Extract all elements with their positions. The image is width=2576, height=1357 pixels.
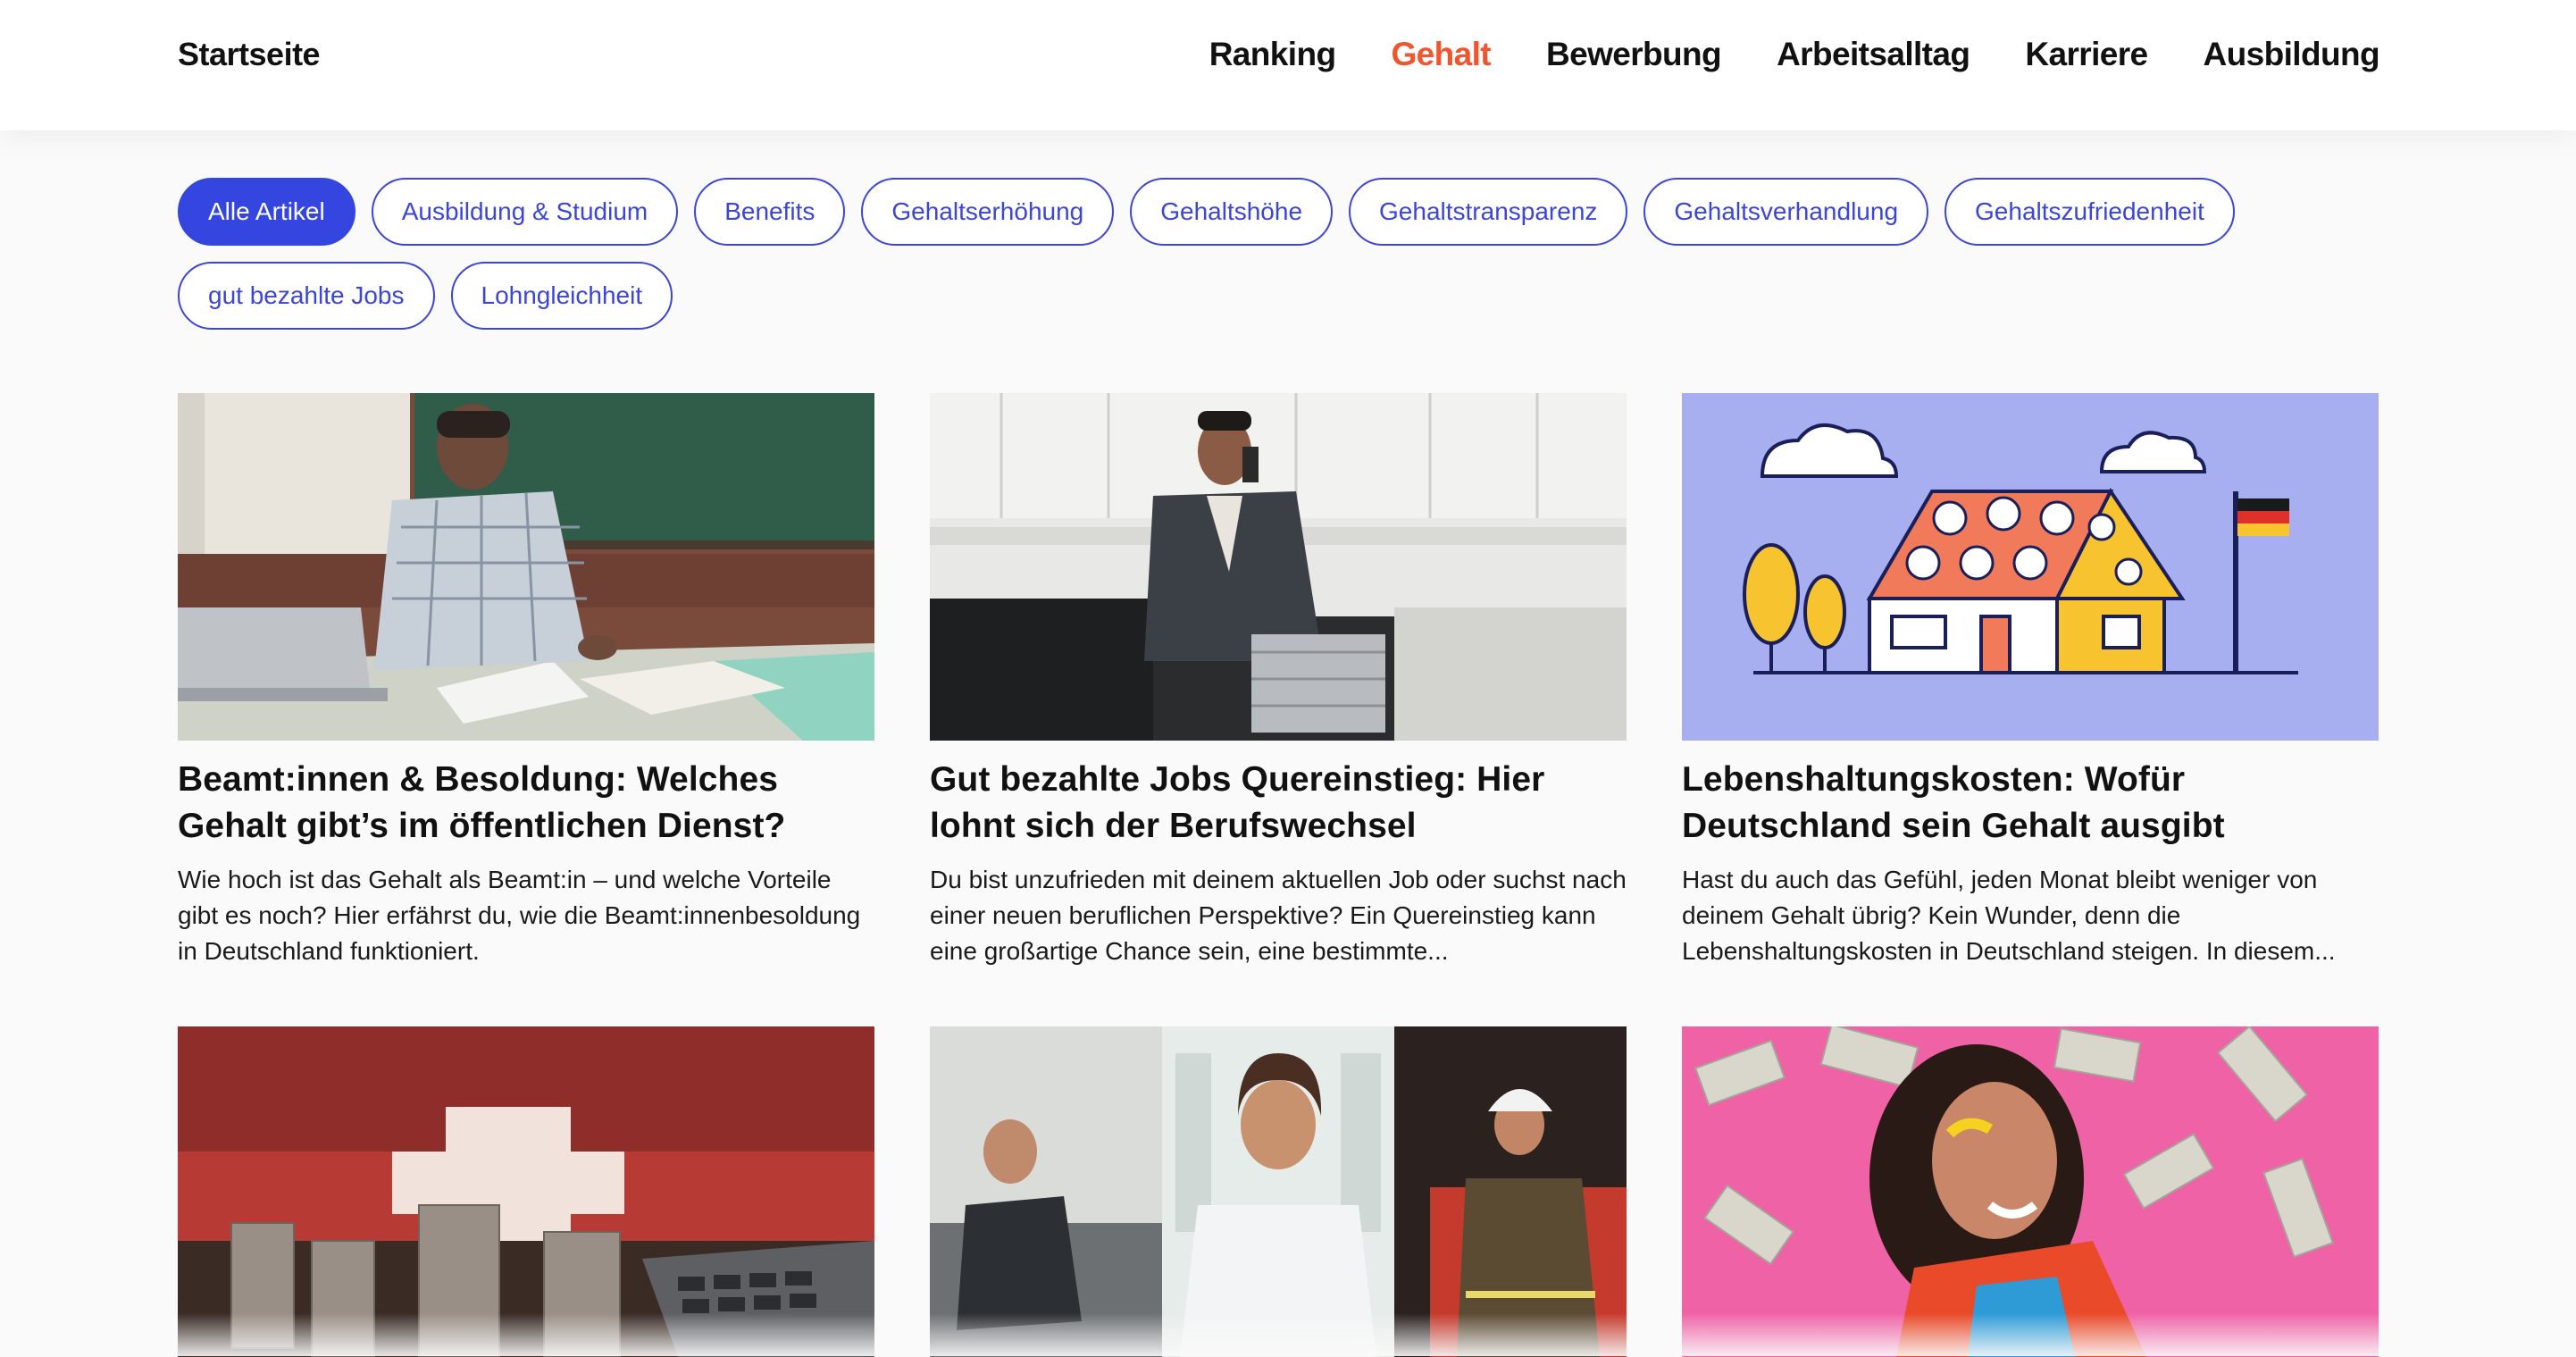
article-title[interactable]: Lebenshaltungskosten: Wofür Deutschland … xyxy=(1682,757,2379,850)
article-card[interactable]: Lebenshaltungskosten: Wofür Deutschland … xyxy=(1682,393,2379,969)
nav-gehalt[interactable]: Gehalt xyxy=(1391,36,1491,73)
article-teaser: Du bist unzufrieden mit deinem aktuellen… xyxy=(930,866,1627,965)
scroll-fade xyxy=(0,1313,2576,1356)
filter-ausbildung-studium[interactable]: Ausbildung & Studium xyxy=(371,178,679,246)
nav-ranking[interactable]: Ranking xyxy=(1209,36,1336,73)
article-image-swiss-coins[interactable] xyxy=(178,1026,874,1357)
filter-gehaltszufriedenheit[interactable]: Gehaltszufriedenheit xyxy=(1945,178,2235,246)
site-header: Startseite Ranking Gehalt Bewerbung Arbe… xyxy=(0,0,2576,130)
filter-gehaltserhoehung[interactable]: Gehaltserhöhung xyxy=(861,178,1115,246)
filter-benefits[interactable]: Benefits xyxy=(694,178,846,246)
filter-lohngleichheit[interactable]: Lohngleichheit xyxy=(450,262,673,330)
nav-arbeitsalltag[interactable]: Arbeitsalltag xyxy=(1777,36,1970,73)
article-title[interactable]: Gut bezahlte Jobs Quereinstieg: Hier loh… xyxy=(930,757,1627,850)
article-card[interactable]: Gut bezahlte Jobs Quereinstieg: Hier loh… xyxy=(930,393,1627,969)
article-card[interactable]: Beamt:innen & Besoldung: Welches Gehalt … xyxy=(178,393,874,969)
filter-gut-bezahlte-jobs[interactable]: gut bezahlte Jobs xyxy=(178,262,435,330)
article-image-house-illustration[interactable] xyxy=(1682,393,2379,741)
article-image-money-rain[interactable] xyxy=(1682,1026,2379,1357)
filter-gehaltsverhandlung[interactable]: Gehaltsverhandlung xyxy=(1643,178,1929,246)
nav-bewerbung[interactable]: Bewerbung xyxy=(1546,36,1722,73)
article-teaser: Wie hoch ist das Gehalt als Beamt:in – u… xyxy=(178,866,861,965)
nav-karriere[interactable]: Karriere xyxy=(2025,36,2148,73)
category-filters: Alle Artikel Ausbildung & Studium Benefi… xyxy=(178,178,2384,330)
home-link[interactable]: Startseite xyxy=(178,36,321,73)
filter-gehaltshoehe[interactable]: Gehaltshöhe xyxy=(1130,178,1334,246)
article-image-teacher[interactable] xyxy=(178,393,874,741)
filter-alle-artikel[interactable]: Alle Artikel xyxy=(178,178,355,246)
article-title[interactable]: Beamt:innen & Besoldung: Welches Gehalt … xyxy=(178,757,874,850)
nav-ausbildung[interactable]: Ausbildung xyxy=(2204,36,2380,73)
article-teaser: Hast du auch das Gefühl, jeden Monat ble… xyxy=(1682,866,2336,965)
filter-gehaltstransparenz[interactable]: Gehaltstransparenz xyxy=(1349,178,1628,246)
article-image-career-changers[interactable] xyxy=(930,1026,1627,1357)
main-nav: Ranking Gehalt Bewerbung Arbeitsalltag K… xyxy=(1209,36,2380,73)
article-image-businessman[interactable] xyxy=(930,393,1627,741)
